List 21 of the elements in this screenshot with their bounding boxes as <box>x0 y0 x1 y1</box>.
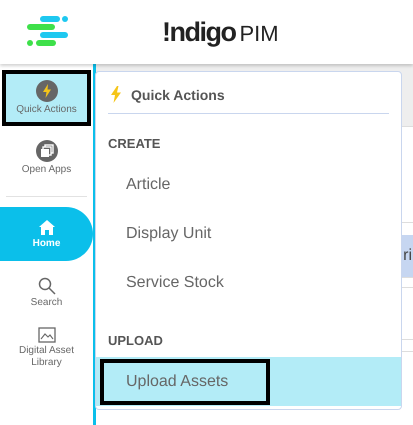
logo-brand: !ndigo <box>162 16 236 48</box>
menu-item[interactable]: Article <box>96 168 182 202</box>
row-text: ri <box>403 247 413 265</box>
sidebar-item[interactable]: Quick Actions <box>4 72 89 124</box>
section-heading: UPLOAD <box>107 332 164 350</box>
menu-item[interactable]: Display Unit <box>96 216 224 250</box>
menu-item[interactable]: Service Stock <box>96 266 236 300</box>
sidebar-item[interactable]: Digital Asset Library <box>0 321 93 375</box>
logo-product: PIM <box>239 20 279 46</box>
home-icon <box>38 218 56 236</box>
logo-icon <box>26 15 70 49</box>
sidebar-item[interactable]: Search <box>0 271 93 315</box>
image-icon <box>38 327 56 343</box>
search-icon <box>38 277 56 295</box>
section-heading: CREATE <box>107 135 162 153</box>
lightning-icon <box>36 80 58 102</box>
lightning-icon <box>110 86 122 103</box>
menu-item[interactable]: Upload Assets <box>102 360 268 402</box>
menu-title: Quick Actions <box>131 86 225 102</box>
stacked-windows-icon <box>36 140 58 162</box>
sidebar-item[interactable]: Open Apps <box>4 134 89 182</box>
